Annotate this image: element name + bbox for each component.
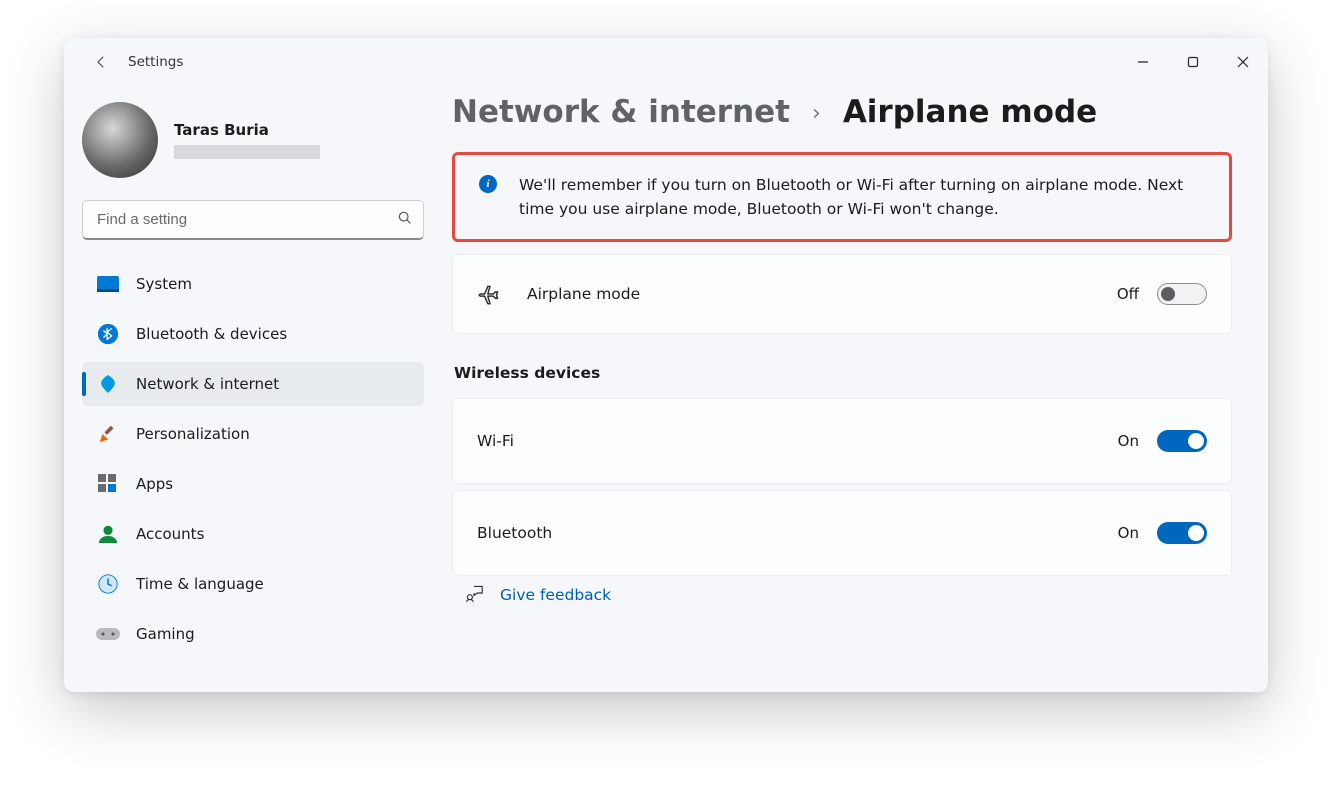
sidebar-item-label: Gaming [136,625,195,643]
close-button[interactable] [1218,42,1268,82]
bluetooth-row: Bluetooth On [452,490,1232,576]
airplane-mode-toggle[interactable] [1157,283,1207,305]
sidebar-item-bluetooth[interactable]: Bluetooth & devices [82,312,424,356]
bluetooth-state: On [1118,524,1139,542]
sidebar-item-label: Network & internet [136,375,279,393]
sidebar-item-network[interactable]: Network & internet [82,362,424,406]
main-content: Network & internet › Airplane mode i We'… [442,86,1268,692]
info-icon: i [479,175,497,193]
wireless-heading: Wireless devices [454,364,1232,382]
info-text: We'll remember if you turn on Bluetooth … [519,173,1205,221]
avatar [82,102,158,178]
apps-icon [96,472,120,496]
system-icon [96,272,120,296]
breadcrumb: Network & internet › Airplane mode [452,94,1232,130]
accounts-icon [96,522,120,546]
wifi-toggle[interactable] [1157,430,1207,452]
bluetooth-icon [96,322,120,346]
user-email-redacted [174,145,320,159]
titlebar: Settings [64,38,1268,86]
airplane-mode-label: Airplane mode [527,285,1117,303]
breadcrumb-parent[interactable]: Network & internet [452,94,790,130]
feedback-icon [464,584,484,606]
chevron-right-icon: › [812,101,821,126]
sidebar-item-label: Personalization [136,425,250,443]
wifi-label: Wi-Fi [477,432,1118,450]
bluetooth-toggle[interactable] [1157,522,1207,544]
window-title: Settings [128,54,183,70]
personalization-icon [96,422,120,446]
sidebar-item-label: Time & language [136,575,264,593]
sidebar: Taras Buria System [64,86,442,692]
network-icon [96,372,120,396]
sidebar-item-label: Apps [136,475,173,493]
gaming-icon [96,622,120,646]
bluetooth-label: Bluetooth [477,524,1118,542]
airplane-mode-state: Off [1117,285,1139,303]
airplane-mode-row: Airplane mode Off [452,254,1232,334]
sidebar-item-label: System [136,275,192,293]
sidebar-item-apps[interactable]: Apps [82,462,424,506]
sidebar-item-label: Accounts [136,525,204,543]
sidebar-item-personalization[interactable]: Personalization [82,412,424,456]
search-input[interactable] [97,211,397,228]
sidebar-item-gaming[interactable]: Gaming [82,612,424,656]
settings-window: Settings Taras Buria [64,38,1268,692]
wifi-state: On [1118,432,1139,450]
sidebar-item-label: Bluetooth & devices [136,325,287,343]
search-icon [397,210,413,230]
sidebar-item-system[interactable]: System [82,262,424,306]
window-controls [1118,42,1268,82]
airplane-icon [477,281,503,307]
info-banner: i We'll remember if you turn on Bluetoot… [452,152,1232,242]
minimize-button[interactable] [1118,42,1168,82]
feedback-link: Give feedback [500,586,611,604]
wifi-row: Wi-Fi On [452,398,1232,484]
sidebar-nav: System Bluetooth & devices Network & int… [82,262,424,656]
search-input-wrapper[interactable] [82,200,424,240]
sidebar-item-accounts[interactable]: Accounts [82,512,424,556]
back-button[interactable] [84,45,118,79]
give-feedback[interactable]: Give feedback [452,584,1232,606]
maximize-button[interactable] [1168,42,1218,82]
sidebar-item-time-language[interactable]: Time & language [82,562,424,606]
user-profile[interactable]: Taras Buria [82,102,424,178]
user-name: Taras Buria [174,121,320,139]
time-language-icon [96,572,120,596]
breadcrumb-current: Airplane mode [843,94,1097,130]
